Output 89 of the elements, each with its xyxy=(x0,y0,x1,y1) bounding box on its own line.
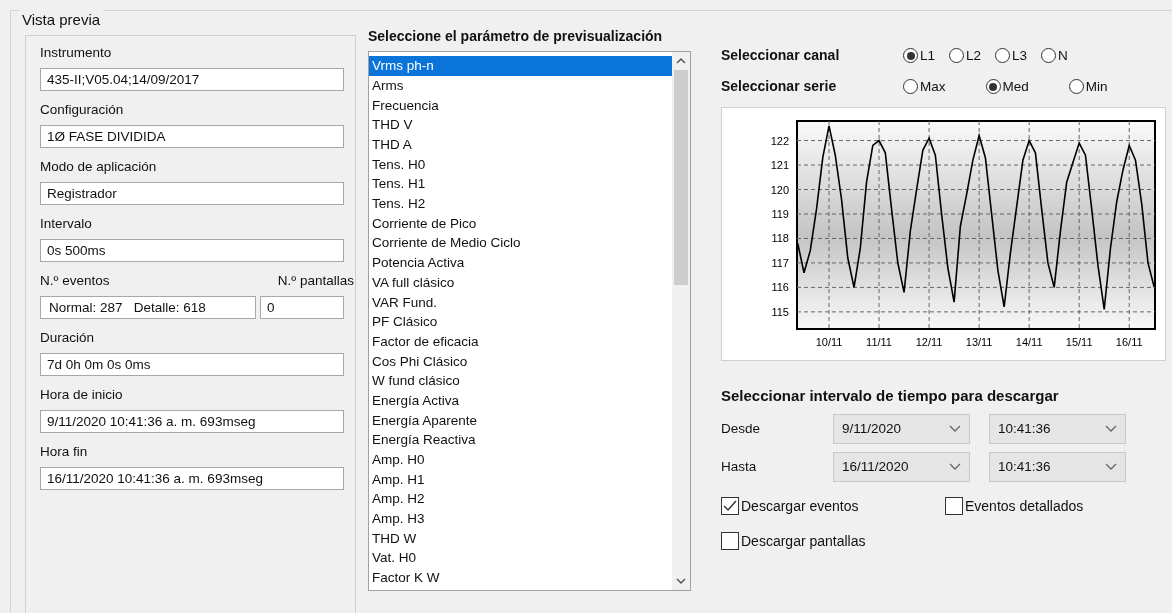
field-label: Instrumento xyxy=(40,44,113,63)
list-item[interactable]: Vat. H0 xyxy=(369,548,672,569)
radio-button[interactable]: Min xyxy=(1068,76,1108,97)
list-item[interactable]: PF Clásico xyxy=(369,312,672,332)
text-field[interactable]: Normal: 287 Detalle: 618 xyxy=(40,296,256,320)
y-tick-label: 117 xyxy=(771,257,789,270)
text-field[interactable]: 435-II;V05.04;14/09/2017 xyxy=(40,68,344,92)
field-label: Configuración xyxy=(40,101,125,120)
field-label: Duración xyxy=(40,329,96,348)
list-item[interactable]: VA full clásico xyxy=(369,272,672,293)
field-label: Hora de inicio xyxy=(40,386,124,405)
field-label: Desde xyxy=(721,419,762,438)
y-tick-label: 120 xyxy=(770,183,789,196)
chevron-down-icon xyxy=(1105,462,1117,471)
chevron-down-icon xyxy=(949,424,961,433)
group-title: Vista previa xyxy=(19,10,104,30)
field-label: Modo de aplicación xyxy=(40,158,158,177)
list-item[interactable]: Corriente de Pico xyxy=(369,213,672,234)
text-field[interactable]: 0s 500ms xyxy=(40,239,344,263)
group-label: Seleccionar serie xyxy=(721,77,838,97)
x-tick-label: 16/11 xyxy=(1115,336,1143,349)
chevron-down-icon xyxy=(1105,424,1117,433)
list-item[interactable]: THD A xyxy=(369,135,672,155)
list-item[interactable]: Vrms ph-n xyxy=(369,56,672,76)
radio-button[interactable]: L3 xyxy=(995,45,1028,66)
field-label: Hora fin xyxy=(40,443,89,462)
list-item[interactable]: W fund clásico xyxy=(369,371,672,391)
text-field[interactable]: 0 xyxy=(260,296,344,320)
field-label: N.º pantallas xyxy=(277,272,354,291)
text-field[interactable]: 16/11/2020 10:41:36 a. m. 693mseg xyxy=(40,467,344,491)
list-item[interactable]: Tens. H0 xyxy=(369,154,672,175)
field-label: Intervalo xyxy=(40,215,93,234)
list-item[interactable]: Amp. H2 xyxy=(369,489,672,510)
list-item[interactable]: Cos Phi Clásico xyxy=(369,351,672,372)
dropdown[interactable]: 10:41:36 xyxy=(989,451,1126,482)
x-tick-label: 15/11 xyxy=(1065,336,1093,349)
dropdown[interactable]: 10:41:36 xyxy=(989,413,1126,444)
list-item[interactable]: Factor de eficacia xyxy=(369,331,672,352)
radio-button[interactable]: Max xyxy=(903,76,946,97)
scroll-thumb[interactable] xyxy=(674,70,688,286)
list-title: Seleccione el parámetro de previsualización xyxy=(368,27,664,47)
x-tick-label: 12/11 xyxy=(915,336,943,349)
radio-button[interactable]: L2 xyxy=(949,45,982,66)
list-item[interactable]: THD W xyxy=(369,528,672,549)
list-item[interactable]: Factor K W xyxy=(369,568,672,588)
list-item[interactable]: Frecuencia xyxy=(369,95,672,116)
dropdown[interactable]: 16/11/2020 xyxy=(833,451,970,482)
checkbox[interactable]: Descargar pantallas xyxy=(721,530,866,552)
scrollbar[interactable] xyxy=(672,52,690,591)
field-label: Hasta xyxy=(721,457,758,476)
text-field[interactable]: Registrador xyxy=(40,182,344,206)
x-tick-label: 11/11 xyxy=(866,336,892,349)
list-item[interactable]: Arms xyxy=(369,75,672,96)
checkbox[interactable]: Eventos detallados xyxy=(945,495,1084,517)
list-item[interactable]: Corriente de Medio Ciclo xyxy=(369,233,672,254)
text-field[interactable]: 9/11/2020 10:41:36 a. m. 693mseg xyxy=(40,410,344,434)
list-item[interactable]: Amp. H0 xyxy=(369,450,672,470)
y-tick-label: 115 xyxy=(771,306,789,319)
parameter-listbox[interactable] xyxy=(368,51,691,592)
list-item[interactable]: Amp. H3 xyxy=(369,509,672,529)
y-tick-label: 121 xyxy=(770,159,789,172)
list-item[interactable]: THD V xyxy=(369,115,672,135)
list-item[interactable]: VAR Fund. xyxy=(369,292,672,313)
radio-button[interactable]: L1 xyxy=(903,45,936,66)
list-item[interactable]: Potencia Activa xyxy=(369,253,672,273)
group-label: Seleccionar canal xyxy=(721,46,841,66)
y-tick-label: 116 xyxy=(771,281,789,294)
text-field[interactable]: 1Ø FASE DIVIDIDA xyxy=(40,125,344,149)
chevron-down-icon xyxy=(949,462,961,471)
text-field[interactable]: 7d 0h 0m 0s 0ms xyxy=(40,353,344,377)
list-item[interactable]: Energía Reactiva xyxy=(369,430,672,450)
list-item[interactable]: Energía Aparente xyxy=(369,410,672,431)
radio-button[interactable]: Med xyxy=(985,76,1029,97)
list-item[interactable]: Tens. H2 xyxy=(369,194,672,214)
check-icon xyxy=(723,500,737,513)
y-tick-label: 119 xyxy=(771,208,789,221)
dropdown[interactable]: 9/11/2020 xyxy=(833,413,970,444)
y-tick-label: 118 xyxy=(771,232,789,245)
list-item[interactable]: Tens. H1 xyxy=(369,174,672,195)
checkbox[interactable]: Descargar eventos xyxy=(721,495,945,517)
section-title: Seleccionar intervalo de tiempo para descargar xyxy=(721,386,1060,407)
y-tick-label: 122 xyxy=(770,134,789,147)
list-item[interactable]: Amp. H1 xyxy=(369,469,672,490)
x-tick-label: 10/11 xyxy=(815,336,843,349)
x-tick-label: 13/11 xyxy=(965,336,993,349)
field-label: N.º eventos xyxy=(40,272,110,291)
radio-button[interactable]: N xyxy=(1041,45,1068,66)
x-tick-label: 14/11 xyxy=(1015,336,1043,349)
list-item[interactable]: Energía Activa xyxy=(369,390,672,411)
